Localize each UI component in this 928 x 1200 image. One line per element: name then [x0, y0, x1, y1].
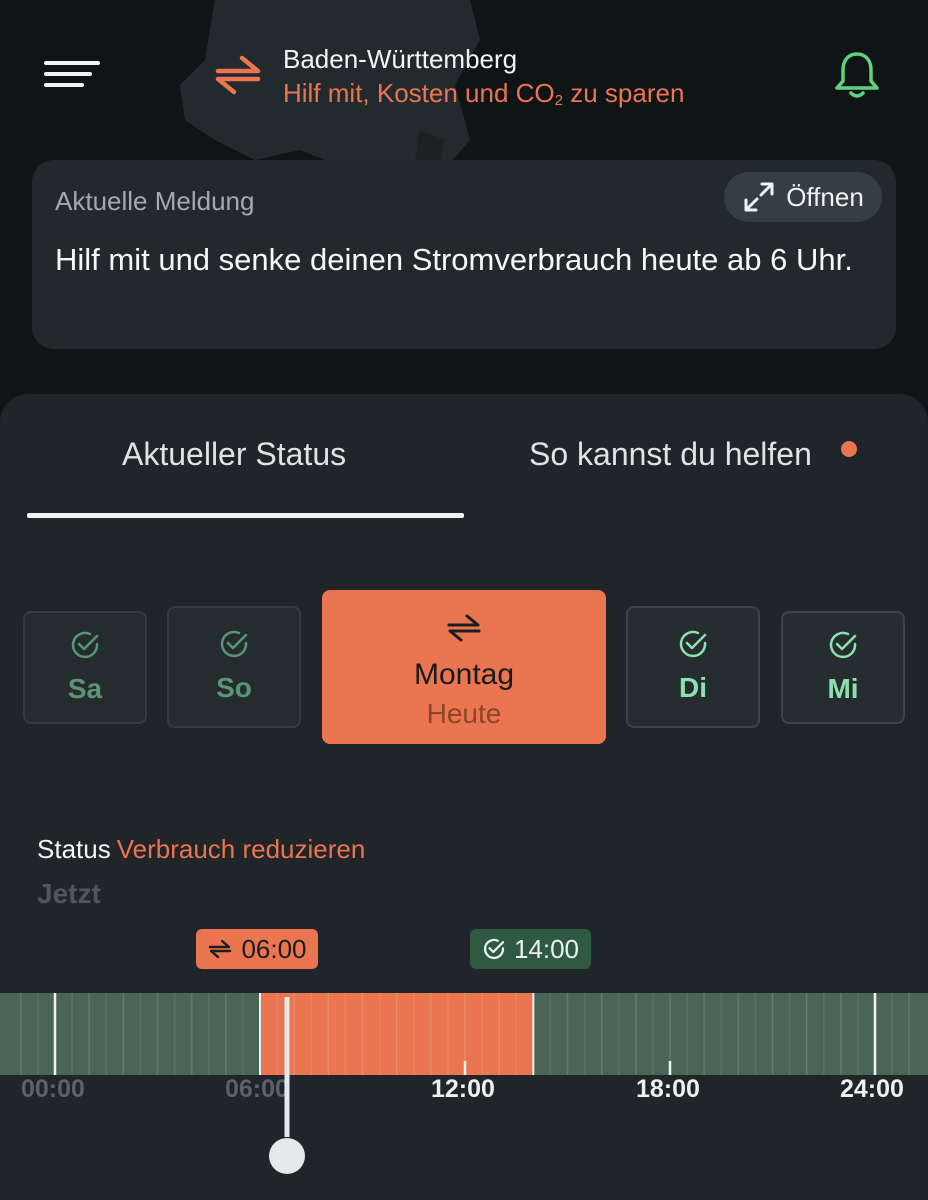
day-tuesday[interactable]: Di [626, 606, 760, 728]
status-line: Status Verbrauch reduzieren [37, 834, 365, 865]
now-label: Jetzt [37, 878, 101, 909]
menu-icon [44, 61, 100, 87]
reduce-end-marker: 14:00 [470, 929, 591, 969]
current-message-card: Aktuelle Meldung Öffnen Hilf mit und sen… [32, 160, 896, 349]
swap-arrows-icon [215, 55, 261, 95]
expand-icon [744, 182, 774, 212]
day-monday-today[interactable]: Montag Heute [322, 590, 606, 744]
tick-label: 24:00 [840, 1075, 904, 1103]
day-today-label: Heute [426, 698, 502, 729]
subtitle-suffix: zu sparen [563, 78, 685, 108]
check-circle-icon [483, 938, 505, 960]
message-text: Hilf mit und senke deinen Stromverbrauch… [55, 242, 853, 277]
tick-label: 00:00 [21, 1075, 85, 1103]
tab-current-status[interactable]: Aktueller Status [122, 436, 346, 473]
day-saturday[interactable]: Sa [23, 611, 147, 724]
subtitle-subscript: 2 [554, 92, 563, 109]
check-circle-icon [71, 631, 99, 659]
reduce-start-marker: 06:00 [196, 929, 318, 969]
check-circle-icon [220, 630, 248, 658]
check-circle-icon [829, 631, 857, 659]
region-subtitle: Hilf mit, Kosten und CO2 zu sparen [283, 78, 684, 109]
day-wednesday[interactable]: Mi [781, 611, 905, 724]
menu-button[interactable] [40, 55, 102, 95]
swap-arrows-icon [447, 614, 481, 642]
end-time: 14:00 [513, 933, 580, 964]
tick-label: 18:00 [636, 1075, 700, 1103]
swap-arrows-icon [209, 939, 232, 959]
day-name: Di [679, 672, 707, 703]
day-name: Montag [413, 658, 515, 691]
subtitle-prefix: Hilf mit, Kosten und CO [283, 78, 555, 108]
tick-label: 12:00 [431, 1075, 495, 1103]
open-message-button[interactable]: Öffnen [724, 172, 882, 222]
open-label: Öffnen [786, 181, 864, 212]
day-name: Mi [827, 673, 859, 704]
app-header: Baden-Württemberg Hilf mit, Kosten und C… [0, 0, 928, 150]
day-name: So [216, 672, 252, 703]
message-label: Aktuelle Meldung [55, 186, 255, 216]
day-timeline[interactable] [0, 993, 928, 1075]
notifications-button[interactable] [830, 48, 884, 104]
slider-handle[interactable] [269, 1138, 306, 1174]
tab-notification-dot [841, 441, 857, 457]
current-time-slider[interactable] [267, 997, 307, 1177]
status-value: Verbrauch reduzieren [116, 834, 366, 864]
tab-how-to-help[interactable]: So kannst du helfen [529, 436, 812, 473]
start-time: 06:00 [241, 933, 307, 964]
day-name: Sa [67, 673, 103, 704]
bell-icon [835, 52, 879, 98]
region-name[interactable]: Baden-Württemberg [283, 44, 517, 75]
day-sunday[interactable]: So [167, 606, 301, 728]
status-key: Status [37, 834, 111, 864]
active-tab-indicator [27, 513, 464, 518]
check-circle-icon [679, 630, 707, 658]
